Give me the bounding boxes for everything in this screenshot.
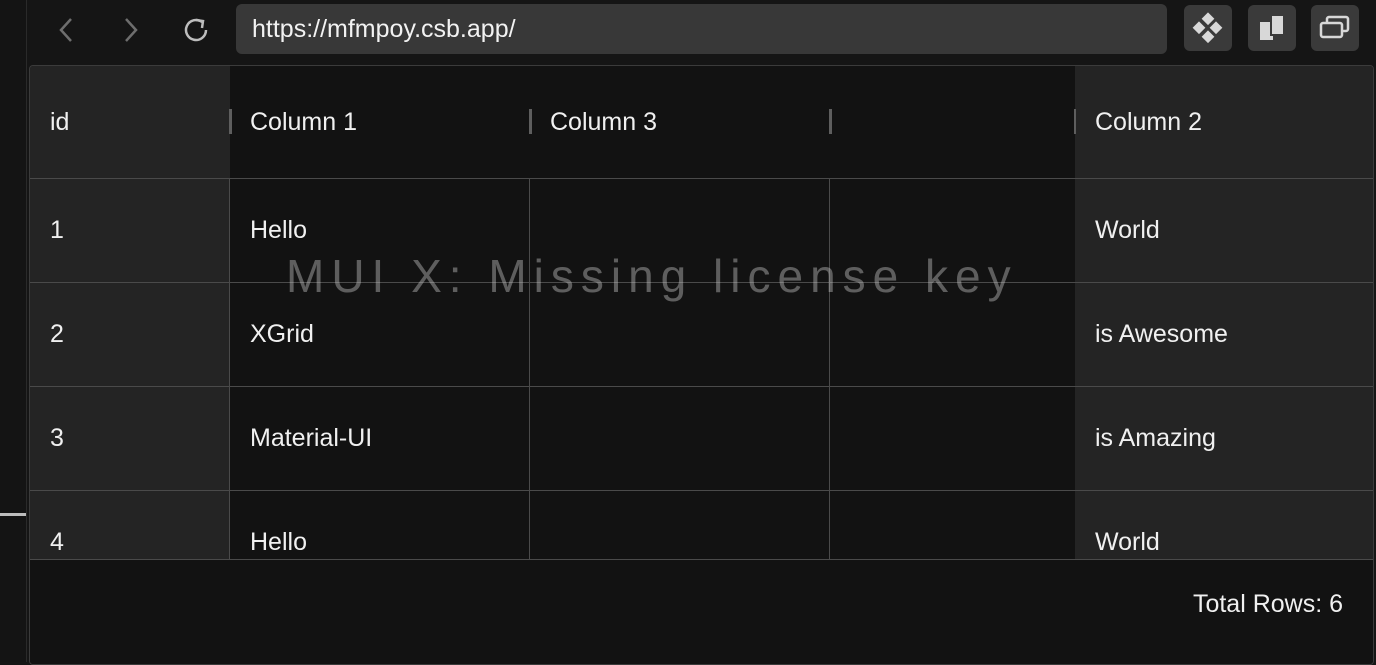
column-separator[interactable] — [529, 109, 532, 134]
column-header-column-1[interactable]: Column 1 — [250, 66, 520, 178]
forward-button[interactable] — [112, 12, 148, 48]
cell-column-2[interactable]: is Amazing — [1095, 386, 1216, 490]
column-header-label: Column 3 — [550, 107, 657, 136]
split-panels-icon — [1260, 14, 1285, 40]
diamond-grid-icon — [1192, 12, 1223, 44]
cell-column-2[interactable]: World — [1095, 178, 1160, 282]
reload-button[interactable] — [179, 12, 215, 48]
column-header-blank[interactable] — [850, 66, 1070, 178]
total-rows-label: Total Rows: 6 — [1192, 590, 1343, 618]
left-panel-edge — [0, 0, 27, 662]
cell-id[interactable]: 1 — [50, 178, 64, 282]
grid-header-row: id Column 1 Column 3 Column 2 — [30, 66, 1373, 179]
cell-id[interactable]: 4 — [50, 490, 64, 559]
table-row[interactable]: 2 XGrid is Awesome — [30, 282, 1373, 387]
windows-icon — [1319, 15, 1350, 39]
cell-column-1[interactable]: XGrid — [250, 282, 314, 386]
back-button[interactable] — [49, 12, 85, 48]
url-text: https://mfmpoy.csb.app/ — [252, 14, 516, 43]
grid-footer: Total Rows: 6 — [30, 559, 1373, 664]
devtools-button[interactable] — [1184, 5, 1232, 51]
column-header-label: id — [50, 107, 70, 136]
column-header-label: Column 1 — [250, 107, 357, 136]
split-view-button[interactable] — [1248, 5, 1296, 51]
data-grid: id Column 1 Column 3 Column 2 1 Hello Wo… — [29, 65, 1374, 665]
table-row[interactable]: 1 Hello World — [30, 178, 1373, 283]
table-row[interactable]: 4 Hello World — [30, 490, 1373, 559]
reload-icon — [184, 18, 208, 42]
cell-column-1[interactable]: Hello — [250, 490, 307, 559]
windows-button[interactable] — [1311, 5, 1359, 51]
chevron-right-icon — [125, 18, 138, 42]
table-row[interactable]: 3 Material-UI is Amazing — [30, 386, 1373, 491]
browser-toolbar: https://mfmpoy.csb.app/ — [27, 0, 1376, 60]
column-header-column-2[interactable]: Column 2 — [1095, 66, 1355, 178]
cell-column-1[interactable]: Material-UI — [250, 386, 372, 490]
cell-column-2[interactable]: World — [1095, 490, 1160, 559]
cell-column-1[interactable]: Hello — [250, 178, 307, 282]
cell-column-2[interactable]: is Awesome — [1095, 282, 1228, 386]
column-header-column-3[interactable]: Column 3 — [550, 66, 820, 178]
panel-resize-handle[interactable] — [0, 513, 26, 516]
column-separator[interactable] — [229, 109, 232, 134]
cell-id[interactable]: 3 — [50, 386, 64, 490]
column-header-id[interactable]: id — [50, 66, 220, 178]
url-input[interactable]: https://mfmpoy.csb.app/ — [236, 4, 1167, 54]
column-header-label: Column 2 — [1095, 107, 1202, 136]
grid-body: 1 Hello World 2 XGrid is Awesome 3 Mater… — [30, 178, 1373, 559]
cell-id[interactable]: 2 — [50, 282, 64, 386]
column-separator[interactable] — [829, 109, 832, 134]
column-separator[interactable] — [1074, 109, 1076, 134]
chevron-left-icon — [59, 18, 72, 42]
